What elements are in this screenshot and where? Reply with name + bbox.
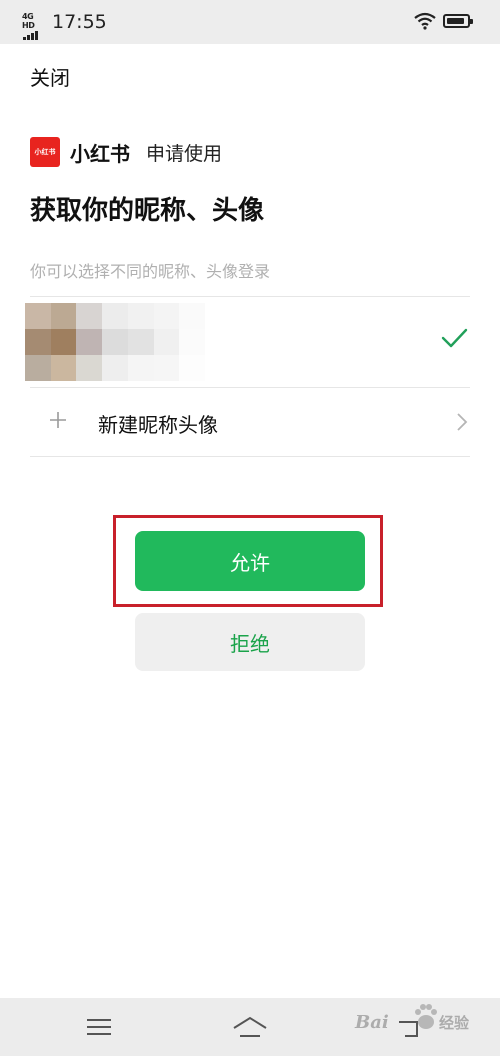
account-option[interactable]: [0, 297, 500, 387]
watermark-cn: 经验: [439, 1014, 470, 1032]
paw-icon: [415, 1004, 437, 1029]
page-title: 获取你的昵称、头像: [30, 196, 265, 226]
plus-icon: [50, 412, 66, 428]
new-profile-label: 新建昵称头像: [98, 413, 218, 437]
watermark: Bai 经验: [355, 1000, 495, 1040]
status-bar: 4G HD 17:55: [0, 0, 500, 44]
check-icon: [441, 328, 468, 348]
signal-icon: 4G HD: [22, 12, 44, 40]
menu-icon[interactable]: [86, 1018, 112, 1036]
allow-button[interactable]: 允许: [135, 531, 365, 591]
avatar: [25, 303, 205, 381]
battery-icon: [443, 14, 473, 28]
status-time: 17:55: [52, 11, 107, 33]
chevron-right-icon: [457, 413, 468, 431]
page-subtitle: 你可以选择不同的昵称、头像登录: [30, 262, 271, 281]
close-button[interactable]: 关闭: [30, 62, 70, 91]
app-logo: 小红书: [30, 137, 60, 167]
request-text: 申请使用: [146, 142, 223, 165]
deny-button[interactable]: 拒绝: [135, 613, 365, 671]
wifi-icon: [414, 12, 436, 30]
app-name: 小红书: [70, 141, 130, 166]
watermark-latin: Bai: [355, 1012, 389, 1033]
home-icon[interactable]: [232, 1016, 268, 1038]
divider: [30, 456, 470, 457]
app-info: 小红书 小红书 申请使用: [30, 136, 222, 168]
new-profile-option[interactable]: 新建昵称头像: [0, 388, 500, 456]
